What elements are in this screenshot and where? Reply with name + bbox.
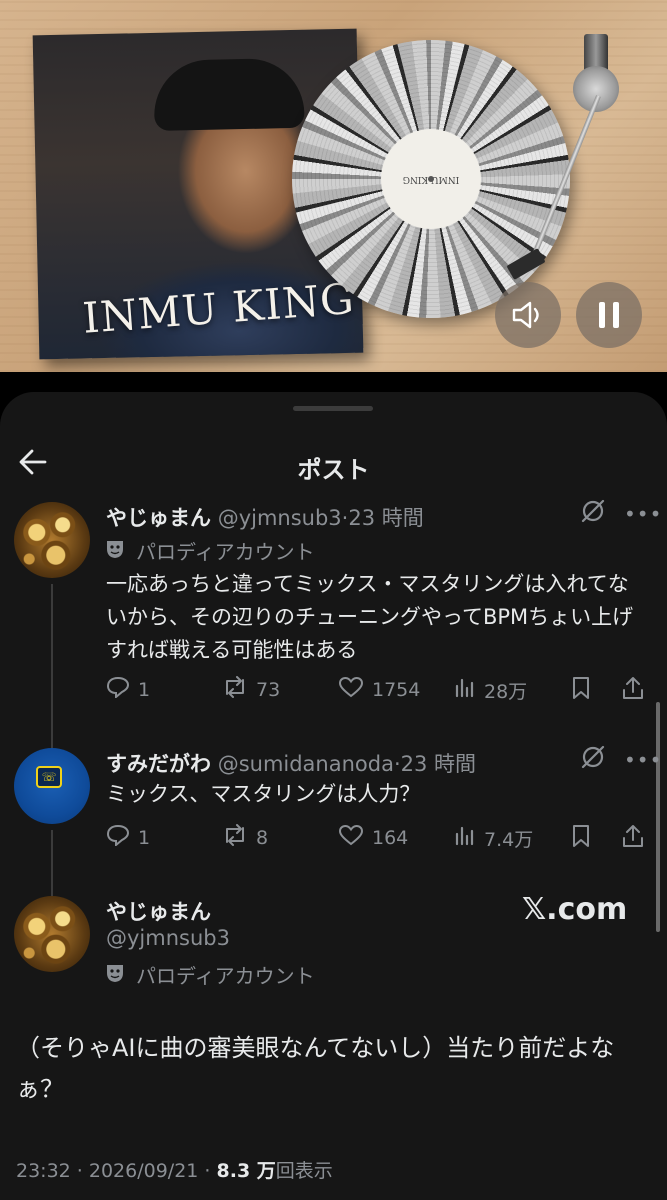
grok-icon[interactable] [580, 498, 606, 531]
like-button[interactable]: 164 [338, 824, 408, 852]
share-icon [622, 824, 644, 854]
grok-icon[interactable] [580, 744, 606, 777]
repost-icon [222, 824, 248, 852]
reply-button[interactable]: 1 [106, 824, 150, 852]
more-options-icon[interactable]: ••• [624, 502, 662, 526]
post-sheet: ポスト やじゅまん @yjmnsub3·23 時間 ••• パロディアカウント … [0, 392, 667, 1200]
main-post-body: （そりゃAIに曲の審美眼なんてないし）当たり前だよなぁ？ [16, 1034, 615, 1103]
handle-row: @yjmnsub3 [106, 926, 230, 950]
post-header: やじゅまん @yjmnsub3·23 時間 [106, 502, 424, 532]
album-art-banner: INMU KING INMU KING [0, 0, 667, 372]
post-body: ミックス、マスタリングは人力？ [106, 782, 421, 806]
reply-icon [106, 824, 130, 852]
views-count: 7.4万 [484, 828, 534, 851]
bookmark-button[interactable] [570, 824, 600, 854]
heart-icon [338, 824, 364, 852]
views-label: 回表示 [275, 1160, 333, 1182]
avatar[interactable]: ☏ [14, 748, 90, 824]
views-button[interactable]: 7.4万 [454, 824, 533, 852]
x-watermark: 𝕏.com [522, 892, 628, 927]
views-button[interactable]: 28万 [454, 676, 527, 704]
page-title: ポスト [297, 456, 370, 484]
display-name[interactable]: やじゅまん [106, 506, 211, 530]
more-options-icon[interactable]: ••• [624, 748, 662, 772]
display-name[interactable]: やじゅまん [106, 900, 211, 924]
parody-badge: パロディアカウント [106, 960, 315, 989]
post-header: すみだがわ @sumidananoda·23 時間 [106, 748, 476, 778]
heart-icon [338, 676, 364, 704]
repost-count: 8 [256, 827, 269, 849]
like-count: 164 [372, 827, 409, 849]
separator-dot: · [393, 752, 401, 776]
view-count[interactable]: 8.3 万 [217, 1160, 276, 1182]
post-actions: 1 8 164 7.4万 [106, 824, 652, 854]
like-count: 1754 [372, 679, 421, 701]
speaker-icon [512, 301, 539, 329]
reply-icon [106, 676, 130, 704]
post-header: やじゅまん [106, 896, 211, 926]
share-button[interactable] [622, 824, 652, 854]
user-handle[interactable]: @sumidananoda [218, 752, 394, 776]
parody-mask-icon [106, 963, 124, 988]
pause-button[interactable] [576, 282, 642, 348]
display-name[interactable]: すみだがわ [106, 752, 211, 776]
parody-label: パロディアカウント [136, 964, 315, 988]
post-meta: 23:32 · 2026/09/21 · 8.3 万回表示 [16, 1156, 333, 1183]
reply-count: 1 [138, 827, 151, 849]
parody-label: パロディアカウント [136, 540, 315, 564]
views-count: 28万 [484, 680, 528, 703]
post-time: 23 時間 [348, 506, 424, 530]
share-button[interactable] [622, 676, 652, 706]
repost-count: 73 [256, 679, 281, 701]
post-time: 23 時間 [400, 752, 477, 776]
sound-button[interactable] [495, 282, 561, 348]
share-icon [622, 676, 644, 706]
bookmark-icon [570, 824, 592, 854]
analytics-icon [454, 676, 476, 704]
avatar[interactable] [14, 896, 90, 972]
thread-line [51, 584, 53, 752]
repost-icon [222, 676, 248, 704]
reply-count: 1 [138, 679, 151, 701]
user-handle[interactable]: @yjmnsub3 [218, 506, 342, 530]
sheet-grabber[interactable] [293, 406, 373, 411]
repost-button[interactable]: 8 [222, 824, 268, 852]
analytics-icon [454, 824, 476, 852]
bookmark-icon [570, 676, 592, 706]
album-cover-portrait [153, 57, 305, 131]
user-handle[interactable]: @yjmnsub3 [106, 926, 230, 950]
parody-mask-icon [106, 539, 124, 564]
post-timestamp: 23:32 · 2026/09/21 · [16, 1160, 217, 1182]
thread-line [51, 830, 53, 896]
post-body: 一応あっちと違ってミックス・マスタリングは入れてないから、その辺りのチューニング… [106, 572, 634, 662]
scrollbar[interactable] [656, 702, 660, 932]
repost-button[interactable]: 73 [222, 676, 280, 704]
bookmark-button[interactable] [570, 676, 600, 706]
album-title: INMU KING [80, 273, 357, 343]
reply-button[interactable]: 1 [106, 676, 150, 704]
vinyl-record: INMU KING [292, 40, 570, 318]
parody-badge: パロディアカウント [106, 536, 315, 565]
like-button[interactable]: 1754 [338, 676, 420, 704]
train-phone-icon: ☏ [36, 766, 62, 788]
post-actions: 1 73 1754 28万 [106, 676, 652, 706]
pause-icon [599, 302, 619, 328]
vinyl-spindle [428, 176, 434, 182]
avatar[interactable] [14, 502, 90, 578]
